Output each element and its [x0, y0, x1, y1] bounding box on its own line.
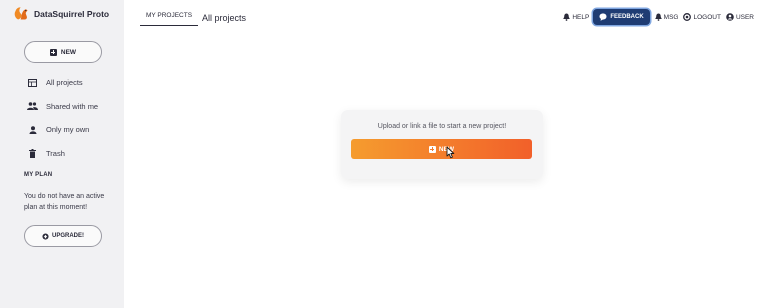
account-icon: [726, 13, 734, 21]
logout-label: LOGOUT: [693, 13, 721, 21]
msg-label: MSG: [663, 13, 679, 21]
plan-text: You do not have an active plan at this m…: [24, 193, 105, 211]
user-link[interactable]: USER: [726, 13, 754, 21]
brand[interactable]: DataSquirrel Proto: [13, 5, 109, 22]
bell-icon: [654, 13, 662, 21]
feedback-label: FEEDBACK: [610, 14, 644, 20]
upload-new-button[interactable]: NEW: [351, 139, 532, 159]
squirrel-logo-icon: [14, 7, 28, 20]
mouse-pointer-icon: [446, 146, 455, 159]
upgrade-label: UPGRADE!: [51, 233, 84, 239]
sidebar-item-only-my-own[interactable]: Only my own: [27, 124, 98, 135]
sidebar-item-label: Only my own: [46, 125, 90, 134]
new-project-button[interactable]: NEW: [24, 41, 102, 63]
users-icon: [27, 101, 38, 112]
header-tabs: MY PROJECTS All projects: [140, 9, 246, 26]
sidebar-item-label: All projects: [46, 78, 83, 87]
sidebar-item-all-projects[interactable]: All projects: [27, 77, 98, 88]
grid-icon: [27, 77, 38, 88]
logout-icon: [683, 13, 692, 21]
user-label: USER: [735, 13, 754, 21]
upgrade-icon: [42, 232, 49, 240]
sidebar: DataSquirrel Proto NEW All projects Shar…: [0, 0, 124, 308]
bell-icon: [563, 13, 571, 21]
upload-prompt: Upload or link a file to start a new pro…: [377, 123, 507, 130]
help-link[interactable]: HELP: [563, 13, 589, 21]
page-title: All projects: [202, 13, 247, 23]
sidebar-item-shared-with-me[interactable]: Shared with me: [27, 101, 98, 112]
sidebar-item-trash[interactable]: Trash: [27, 148, 98, 159]
plus-icon: [428, 145, 436, 153]
sidebar-item-label: Shared with me: [46, 101, 99, 111]
top-navigation: HELP FEEDBACK MSG LOGOUT USER: [558, 9, 754, 25]
trash-icon: [27, 148, 38, 159]
user-icon: [27, 124, 38, 135]
app-name: DataSquirrel Proto: [34, 8, 110, 19]
sidebar-nav: All projects Shared with me Only my own …: [27, 77, 98, 171]
sidebar-item-label: Trash: [46, 148, 65, 158]
plan-title: MY PLAN: [24, 172, 53, 178]
upload-card: Upload or link a file to start a new pro…: [341, 110, 543, 179]
help-label: HELP: [572, 13, 590, 21]
msg-link[interactable]: MSG: [654, 13, 679, 21]
logout-link[interactable]: LOGOUT: [683, 13, 721, 21]
feedback-button[interactable]: FEEDBACK: [593, 9, 650, 25]
new-button-label: NEW: [60, 48, 77, 56]
plus-icon: [49, 48, 57, 56]
tab-my-projects[interactable]: MY PROJECTS: [140, 9, 198, 26]
upgrade-button[interactable]: UPGRADE!: [24, 225, 102, 247]
chat-bubble-icon: [599, 13, 607, 21]
